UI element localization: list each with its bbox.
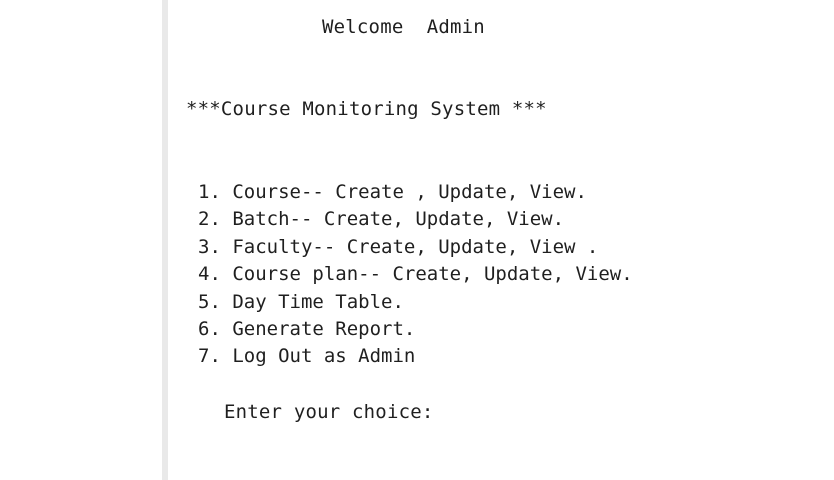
menu-item-generate-report: 6. Generate Report. (198, 317, 416, 340)
menu-item-course-plan: 4. Course plan-- Create, Update, View. (198, 263, 633, 286)
menu-item-course: 1. Course-- Create , Update, View. (198, 181, 587, 203)
console-output: Welcome Admin ***Course Monitoring Syste… (168, 0, 834, 480)
menu-item-log-out: 7. Log Out as Admin (198, 345, 416, 368)
system-title: ***Course Monitoring System *** (186, 98, 547, 120)
menu-item-batch: 2. Batch-- Create, Update, View. (198, 208, 565, 231)
menu-list: 1. Course-- Create , Update, View. 2. Ba… (198, 179, 633, 371)
choice-prompt[interactable]: Enter your choice: (224, 399, 434, 426)
menu-item-day-time-table: 5. Day Time Table. (198, 290, 404, 313)
welcome-message: Welcome Admin (322, 16, 485, 38)
menu-item-faculty: 3. Faculty-- Create, Update, View . (198, 235, 599, 258)
